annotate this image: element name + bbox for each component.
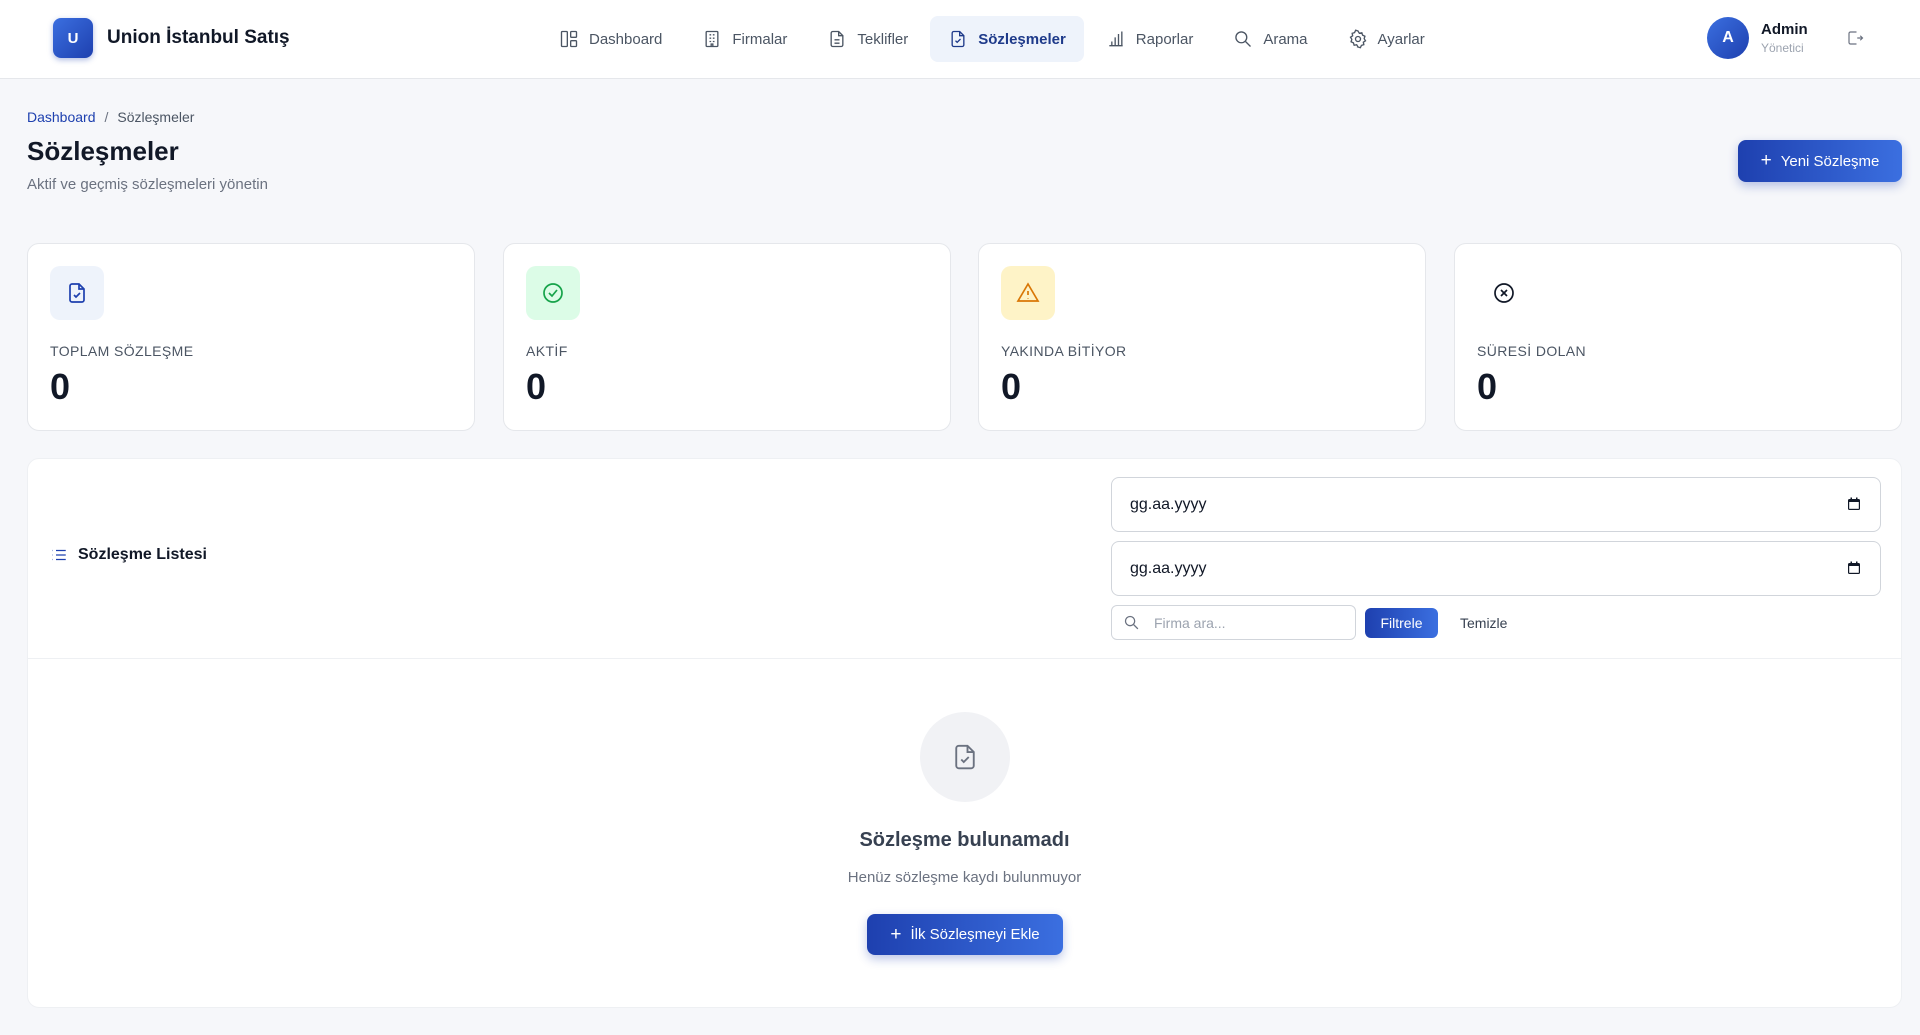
calendar-icon[interactable] [1846,496,1862,512]
logout-icon [1848,31,1864,45]
gear-icon [1349,29,1366,49]
nav-item-arama[interactable]: Arama [1215,16,1325,62]
stat-label: AKTİF [526,343,568,359]
nav-item-ayarlar[interactable]: Ayarlar [1330,16,1443,62]
empty-state-title: Sözleşme bulunamadı [859,829,1070,851]
x-circle-icon [1494,283,1514,303]
end-date-input[interactable]: gg.aa.yyyy [1111,541,1881,596]
user-role: Yönetici [1761,41,1804,55]
panel-title-label: Sözleşme Listesi [78,546,207,563]
empty-state-icon-box [920,712,1010,802]
nav-item-label: Sözleşmeler [978,30,1066,48]
clear-button[interactable]: Temizle [1448,608,1519,638]
start-date-value: gg.aa.yyyy [1130,495,1207,513]
stat-card-expired: SÜRESİ DOLAN 0 [1454,243,1902,431]
breadcrumb-home-link[interactable]: Dashboard [27,109,96,125]
brand[interactable]: U Union İstanbul Satış [53,18,290,58]
brand-name: Union İstanbul Satış [107,27,290,48]
avatar: A [1707,17,1749,59]
nav-item-raporlar[interactable]: Raporlar [1088,16,1212,62]
building-icon [705,30,719,48]
new-contract-button[interactable]: + Yeni Sözleşme [1738,140,1902,182]
nav-item-label: Raporlar [1135,30,1194,48]
stat-icon-box [526,266,580,320]
panel-header: Sözleşme Listesi gg.aa.yyyy gg.aa.yyyy F… [28,459,1901,659]
list-icon [52,549,66,561]
stat-label: TOPLAM SÖZLEŞME [50,343,194,359]
add-first-contract-label: İlk Sözleşmeyi Ekle [910,926,1040,943]
warning-icon [1016,282,1040,302]
add-first-contract-button[interactable]: + İlk Sözleşmeyi Ekle [867,914,1063,955]
panel-title: Sözleşme Listesi [50,546,207,564]
nav-item-teklifler[interactable]: Teklifler [809,16,926,62]
breadcrumb: Dashboard / Sözleşmeler [27,109,194,125]
end-date-value: gg.aa.yyyy [1130,559,1207,577]
stat-icon-box [1477,266,1531,320]
calendar-icon[interactable] [1846,560,1862,576]
nav-item-label: Ayarlar [1377,30,1425,48]
stat-label: YAKINDA BİTİYOR [1001,343,1127,359]
empty-state-subtitle: Henüz sözleşme kaydı bulunmuyor [847,869,1082,886]
stat-icon-box [50,266,104,320]
contract-icon [951,30,965,48]
contract-icon [69,283,85,303]
nav-item-label: Arama [1263,30,1308,48]
page-subtitle: Aktif ve geçmiş sözleşmeleri yönetin [27,176,268,193]
nav-item-label: Dashboard [589,30,663,48]
contract-list-panel: Sözleşme Listesi gg.aa.yyyy gg.aa.yyyy F… [27,458,1902,1008]
bar-chart-icon [1109,31,1123,47]
start-date-input[interactable]: gg.aa.yyyy [1111,477,1881,532]
breadcrumb-separator: / [104,109,109,125]
stat-value: 0 [50,366,71,407]
plus-icon: + [1760,150,1772,171]
nav-item-label: Firmalar [732,30,788,48]
breadcrumb-current: Sözleşmeler [117,109,195,125]
stat-card-active: AKTİF 0 [503,243,951,431]
dashboard-icon [560,30,578,48]
user-info: Admin Yönetici [1761,21,1808,55]
nav-item-label: Teklifler [857,30,909,48]
stat-label: SÜRESİ DOLAN [1477,343,1587,359]
stat-icon-box [1001,266,1055,320]
contract-icon [955,744,975,770]
page-title: Sözleşmeler [27,136,179,166]
document-icon [830,30,844,48]
stat-value: 0 [526,366,547,407]
check-circle-icon [543,283,563,303]
company-search-input[interactable] [1154,614,1334,631]
search-icon [1235,31,1252,47]
stat-card-expiring-soon: YAKINDA BİTİYOR 0 [978,243,1426,431]
nav-item-sozlesmeler[interactable]: Sözleşmeler [930,16,1084,62]
new-contract-label: Yeni Sözleşme [1780,152,1880,170]
logout-button[interactable] [1846,29,1866,49]
nav-item-dashboard[interactable]: Dashboard [541,16,680,62]
brand-logo: U [53,18,93,58]
stat-card-total: TOPLAM SÖZLEŞME 0 [27,243,475,431]
search-icon [1124,615,1139,630]
company-search-box [1111,605,1356,640]
stat-value: 0 [1001,366,1022,407]
user-name: Admin [1761,21,1808,38]
top-navbar: U Union İstanbul Satış Dashboard Firmala… [0,0,1920,79]
plus-icon: + [890,923,902,945]
main-nav: Dashboard Firmalar Teklifler Sözleşmeler… [541,16,1447,62]
stat-value: 0 [1477,366,1498,407]
filter-button[interactable]: Filtrele [1365,608,1438,638]
nav-item-firmalar[interactable]: Firmalar [684,16,805,62]
user-menu[interactable]: A Admin Yönetici [1707,17,1808,59]
